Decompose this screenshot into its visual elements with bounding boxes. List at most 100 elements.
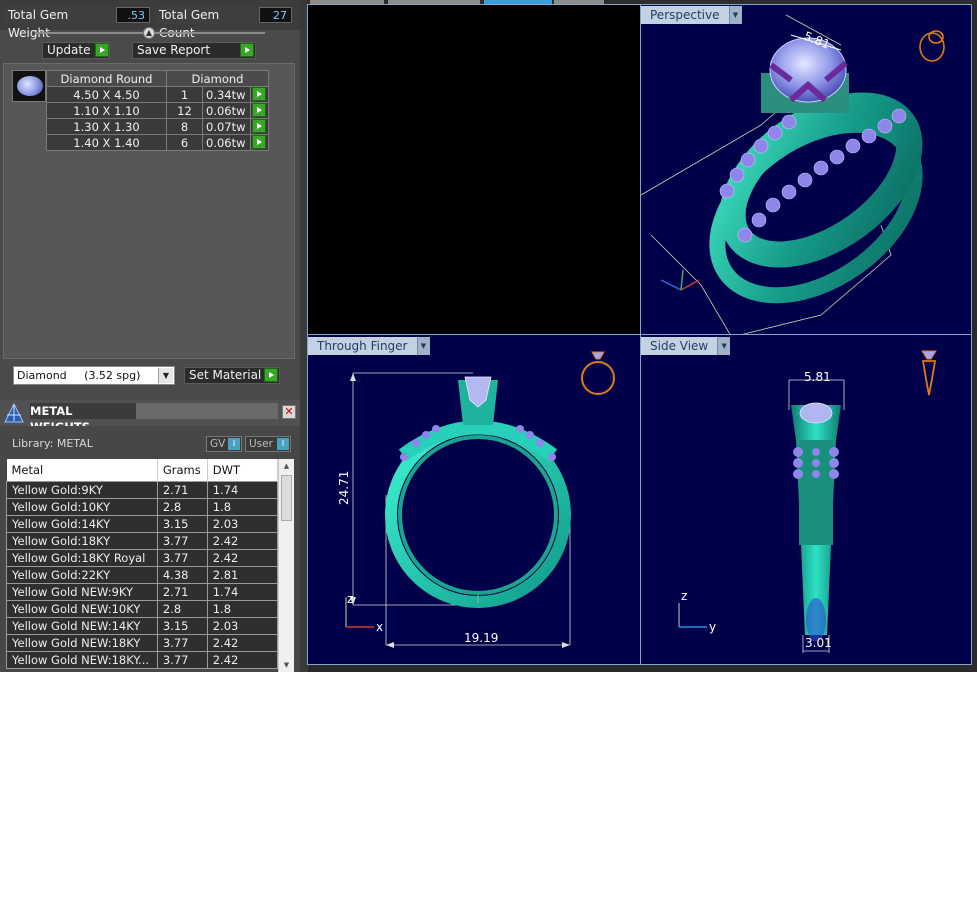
gem-size: 1.10 X 1.10 [46, 102, 167, 119]
col-dwt[interactable]: DWT [207, 459, 279, 481]
chevron-down-icon[interactable]: ▼ [416, 337, 430, 355]
metal-name: Yellow Gold:9KY [6, 480, 158, 499]
left-panel: Total Gem Weight .53 Total Gem Count 27 … [0, 0, 300, 672]
table-row[interactable]: Yellow Gold:10KY 2.8 1.8 [6, 497, 279, 516]
table-row[interactable]: Yellow Gold:18KY 3.77 2.42 [6, 531, 279, 550]
gem-row-action[interactable] [250, 134, 269, 151]
set-material-go-icon[interactable] [264, 368, 278, 382]
material-select[interactable]: Diamond (3.52 spg) ▼ [13, 366, 175, 385]
metal-grams: 3.15 [156, 616, 208, 635]
scroll-down-icon[interactable]: ▼ [279, 658, 294, 672]
metal-weights-title: METAL WEIGHTS [30, 403, 136, 434]
viewport-top[interactable] [307, 4, 641, 335]
metal-table-scrollbar[interactable]: ▲ ▼ [278, 459, 294, 672]
play-icon[interactable] [252, 87, 266, 101]
table-row[interactable]: Yellow Gold NEW:10KY 2.8 1.8 [6, 599, 279, 618]
axis-gizmo-xz: z x [345, 592, 383, 634]
gem-row[interactable]: 1.10 X 1.10 12 0.06tw [46, 102, 269, 119]
table-row[interactable]: Yellow Gold NEW:18KY... 3.77 2.42 [6, 650, 279, 669]
metal-grams: 4.38 [156, 565, 208, 584]
collapse-icon[interactable]: ▲ [143, 27, 155, 39]
gem-header-type: Diamond [166, 70, 269, 87]
metal-dwt: 2.42 [206, 548, 279, 567]
gem-size: 1.40 X 1.40 [46, 134, 167, 151]
total-gem-weight-label: Total Gem Weight [4, 6, 114, 40]
chevron-down-icon[interactable]: ▼ [158, 368, 173, 383]
axis-gizmo-yz: z y [678, 589, 716, 634]
viewport-label-side-view[interactable]: Side View ▼ [641, 337, 731, 355]
side-view-label-text: Side View [650, 339, 709, 353]
metal-grams: 3.77 [156, 633, 208, 652]
metal-dwt: 2.03 [206, 616, 279, 635]
gem-row[interactable]: 4.50 X 4.50 1 0.34tw [46, 86, 269, 103]
viewport-label-through-finger[interactable]: Through Finger ▼ [308, 337, 430, 355]
gem-row[interactable]: 1.40 X 1.40 6 0.06tw [46, 134, 269, 151]
col-grams[interactable]: Grams [157, 459, 208, 481]
width-dimension: 19.19 [464, 631, 498, 645]
user-toggle[interactable]: User I [245, 436, 291, 452]
metal-dwt: 2.03 [206, 514, 279, 533]
metal-grams: 3.77 [156, 531, 208, 550]
ring-side-orientation-icon [921, 350, 937, 396]
save-report-button[interactable]: Save Report [132, 42, 256, 59]
viewport-side-view[interactable]: 5.81 3.01 z y [640, 334, 972, 665]
scale-icon [4, 402, 24, 423]
col-metal[interactable]: Metal [6, 459, 158, 481]
viewport-label-perspective[interactable]: Perspective ▼ [641, 6, 742, 24]
metal-name: Yellow Gold NEW:9KY [6, 582, 158, 601]
play-icon[interactable] [252, 103, 266, 117]
metal-dwt: 1.74 [206, 480, 279, 499]
scroll-up-icon[interactable]: ▲ [279, 459, 294, 473]
update-go-icon[interactable] [95, 43, 109, 57]
total-gem-count-value: 27 [259, 7, 292, 23]
user-label: User [249, 438, 273, 450]
metal-dwt: 2.42 [206, 633, 279, 652]
play-icon[interactable] [252, 135, 266, 149]
app-window: Total Gem Weight .53 Total Gem Count 27 … [0, 0, 977, 672]
axis-gizmo [660, 269, 700, 291]
set-material-label: Set Material [189, 368, 262, 382]
height-dimension: 24.71 [337, 471, 351, 505]
chevron-down-icon[interactable]: ▼ [717, 337, 731, 355]
through-finger-render: 24.71 19.19 z x [337, 351, 615, 648]
chevron-down-icon[interactable]: ▼ [728, 6, 742, 24]
viewport-through-finger[interactable]: 24.71 19.19 z x [307, 334, 641, 665]
table-row[interactable]: Yellow Gold NEW:14KY 3.15 2.03 [6, 616, 279, 635]
axis-y-label: y [709, 620, 716, 634]
gem-row-action[interactable] [250, 102, 269, 119]
toggle-icon: I [228, 438, 240, 450]
scroll-thumb[interactable] [281, 475, 292, 521]
table-row[interactable]: Yellow Gold:9KY 2.71 1.74 [6, 480, 279, 499]
metal-dwt: 1.8 [206, 497, 279, 516]
metal-weights-header: METAL WEIGHTS [0, 400, 300, 434]
metal-grams: 2.71 [156, 480, 208, 499]
table-row[interactable]: Yellow Gold NEW:9KY 2.71 1.74 [6, 582, 279, 601]
viewport-perspective[interactable]: 5.81 [640, 4, 972, 335]
table-row[interactable]: Yellow Gold NEW:18KY 3.77 2.42 [6, 633, 279, 652]
save-report-label: Save Report [137, 43, 211, 57]
table-row[interactable]: Yellow Gold:18KY Royal 3.77 2.42 [6, 548, 279, 567]
through-finger-label-text: Through Finger [317, 339, 408, 353]
ring-front-orientation-icon [581, 351, 615, 395]
gem-count: 1 [166, 86, 203, 103]
metal-name: Yellow Gold NEW:18KY [6, 633, 158, 652]
gem-row-action[interactable] [250, 86, 269, 103]
gv-toggle[interactable]: GV I [206, 436, 242, 452]
ring-orientation-icon [919, 30, 945, 62]
gem-row[interactable]: 1.30 X 1.30 8 0.07tw [46, 118, 269, 135]
save-report-go-icon[interactable] [240, 43, 254, 57]
metal-name: Yellow Gold:18KY [6, 531, 158, 550]
close-icon[interactable]: ✕ [282, 405, 296, 419]
metal-dwt: 1.8 [206, 599, 279, 618]
toggle-icon: I [277, 438, 289, 450]
table-row[interactable]: Yellow Gold:22KY 4.38 2.81 [6, 565, 279, 584]
gem-weight: 0.06tw [202, 102, 251, 119]
play-icon[interactable] [252, 119, 266, 133]
metal-dwt: 2.81 [206, 565, 279, 584]
axis-z-label: z [347, 592, 353, 606]
total-gem-weight-value: .53 [116, 7, 150, 23]
diamond-round-thumbnail[interactable] [12, 70, 46, 102]
gem-list-panel: Diamond Round Diamond 4.50 X 4.50 1 0.34… [3, 63, 295, 359]
gem-row-action[interactable] [250, 118, 269, 135]
table-row[interactable]: Yellow Gold:14KY 3.15 2.03 [6, 514, 279, 533]
